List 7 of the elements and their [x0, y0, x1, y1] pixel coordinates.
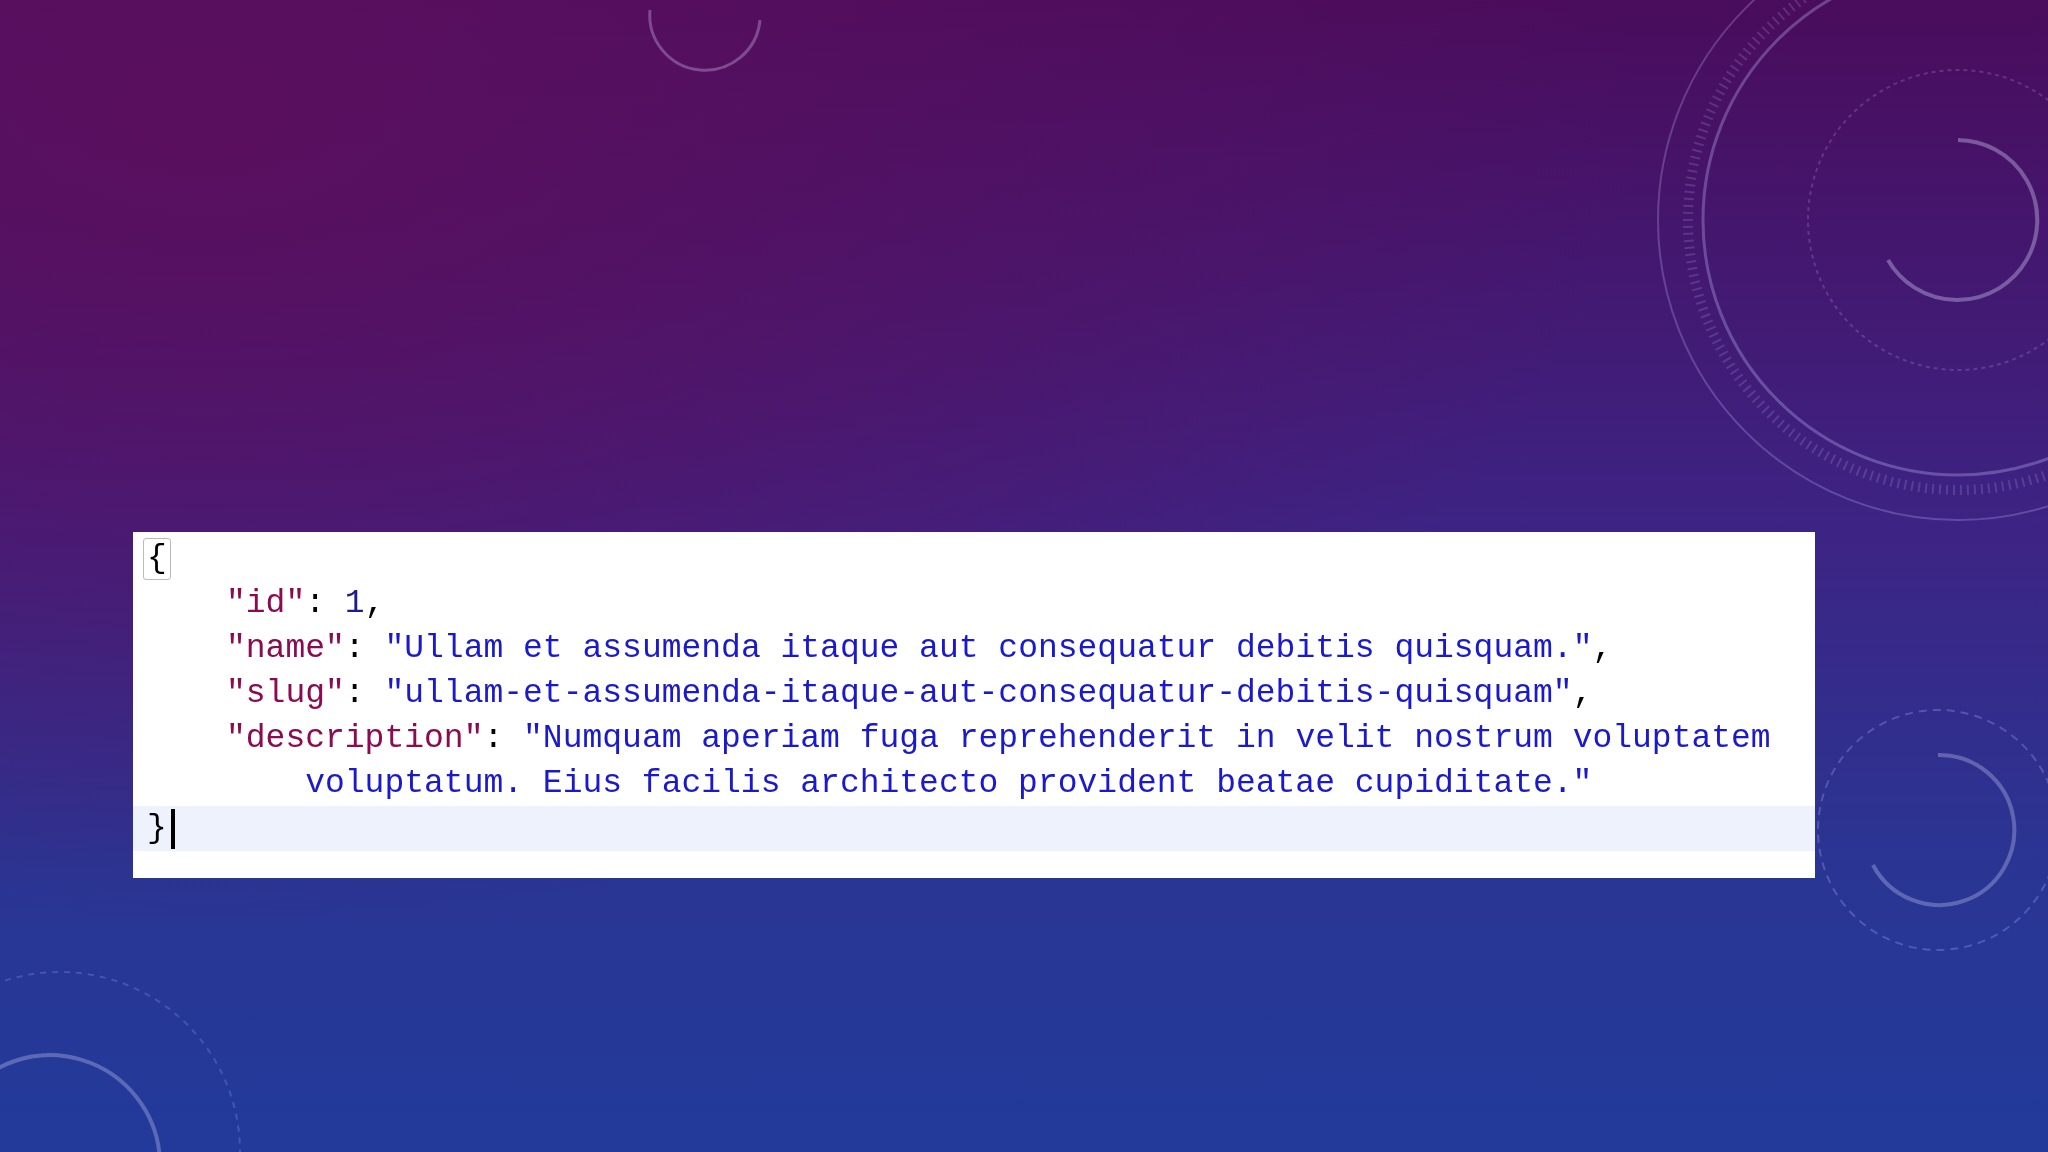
code-line: "id": 1, [226, 584, 386, 624]
code-line: "description": "Numquam aperiam fuga reprehenderit in velit nostrum voluptatem voluptatum. Eius facilis architecto provident beatae cupiditate." [226, 719, 1772, 804]
code-line: "name": "Ullam et assumenda itaque aut consequatur debitis quisquam.", [226, 629, 1614, 669]
text-cursor [170, 808, 175, 849]
brace: } [146, 808, 168, 849]
brace: { [143, 537, 171, 580]
code-line: "slug": "ullam-et-assumenda-itaque-aut-consequatur-debitis-quisquam", [226, 674, 1594, 714]
